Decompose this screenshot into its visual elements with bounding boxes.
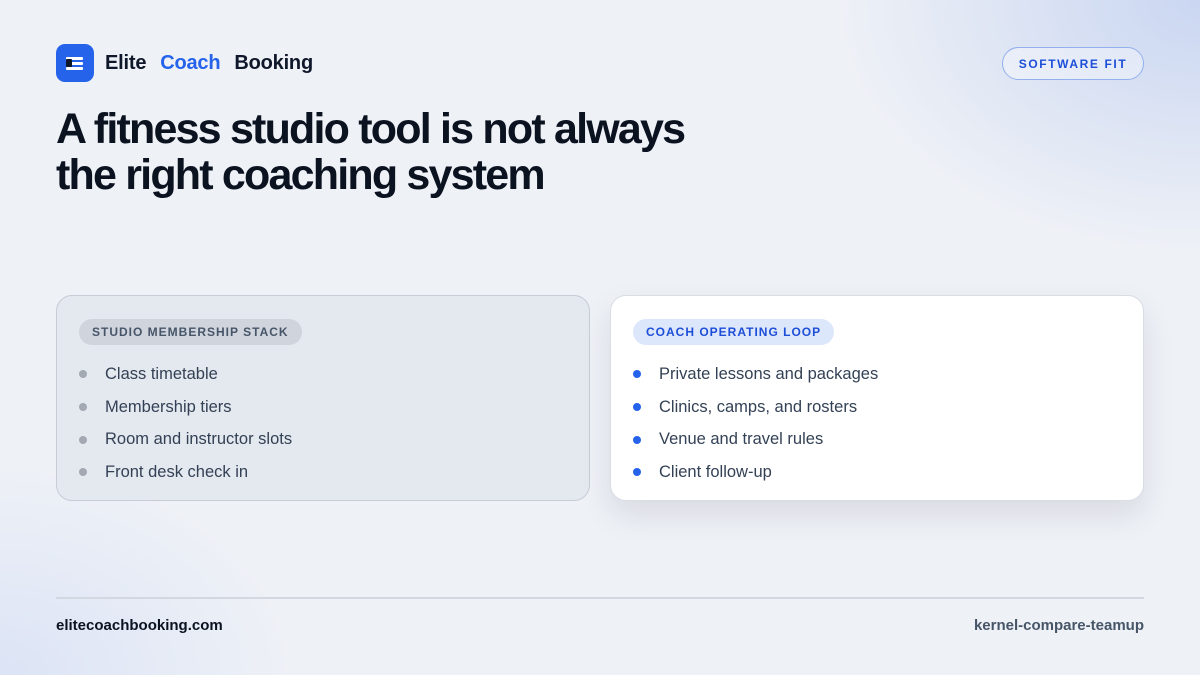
- bullet-dot-icon: [633, 468, 641, 477]
- feature-list: Private lessons and packages Clinics, ca…: [633, 358, 1121, 489]
- list-item-label: Clinics, camps, and rosters: [659, 397, 858, 416]
- list-item: Class timetable: [79, 358, 567, 391]
- bullet-dot-icon: [633, 435, 641, 444]
- list-item: Venue and travel rules: [633, 423, 1121, 456]
- list-item: Room and instructor slots: [79, 423, 567, 456]
- feature-list: Class timetable Membership tiers Room an…: [79, 358, 567, 489]
- list-item-label: Private lessons and packages: [659, 364, 879, 383]
- bullet-dot-icon: [79, 435, 87, 444]
- list-item-label: Front desk check in: [105, 462, 249, 481]
- bullet-dot-icon: [633, 403, 641, 412]
- bullet-dot-icon: [79, 468, 87, 477]
- studio-membership-card: STUDIO MEMBERSHIP STACK Class timetable …: [56, 295, 590, 501]
- bullet-dot-icon: [79, 403, 87, 412]
- list-item: Membership tiers: [79, 391, 567, 424]
- card-tag: STUDIO MEMBERSHIP STACK: [79, 319, 302, 345]
- bullet-dot-icon: [79, 370, 87, 379]
- list-item-label: Venue and travel rules: [659, 430, 824, 449]
- list-item-label: Room and instructor slots: [105, 430, 293, 449]
- brand-word-coach: Coach: [160, 51, 221, 74]
- list-item: Private lessons and packages: [633, 358, 1121, 391]
- list-item: Client follow-up: [633, 456, 1121, 489]
- coach-operating-card: COACH OPERATING LOOP Private lessons and…: [610, 295, 1144, 501]
- page-title-line-2: the right coaching system: [56, 151, 546, 199]
- brand-word-elite: Elite: [105, 51, 147, 74]
- page-title: A fitness studio tool is not always the …: [56, 106, 816, 198]
- page-title-line-1: A fitness studio tool is not always: [56, 105, 686, 153]
- list-item-label: Client follow-up: [659, 462, 772, 481]
- footer-divider: [56, 597, 1144, 599]
- list-item: Front desk check in: [79, 456, 567, 489]
- site-url: elitecoachbooking.com: [56, 617, 223, 634]
- bullet-dot-icon: [633, 370, 641, 379]
- page-slug: kernel-compare-teamup: [973, 617, 1144, 634]
- brand-word-booking: Booking: [234, 51, 313, 74]
- list-item: Clinics, camps, and rosters: [633, 391, 1121, 424]
- software-fit-badge: SOFTWARE FIT: [1002, 47, 1144, 80]
- card-tag: COACH OPERATING LOOP: [633, 319, 835, 345]
- list-icon: [56, 44, 94, 82]
- brand-lockup: Elite Coach Booking: [56, 44, 327, 82]
- list-item-label: Class timetable: [105, 364, 218, 383]
- list-item-label: Membership tiers: [105, 397, 232, 416]
